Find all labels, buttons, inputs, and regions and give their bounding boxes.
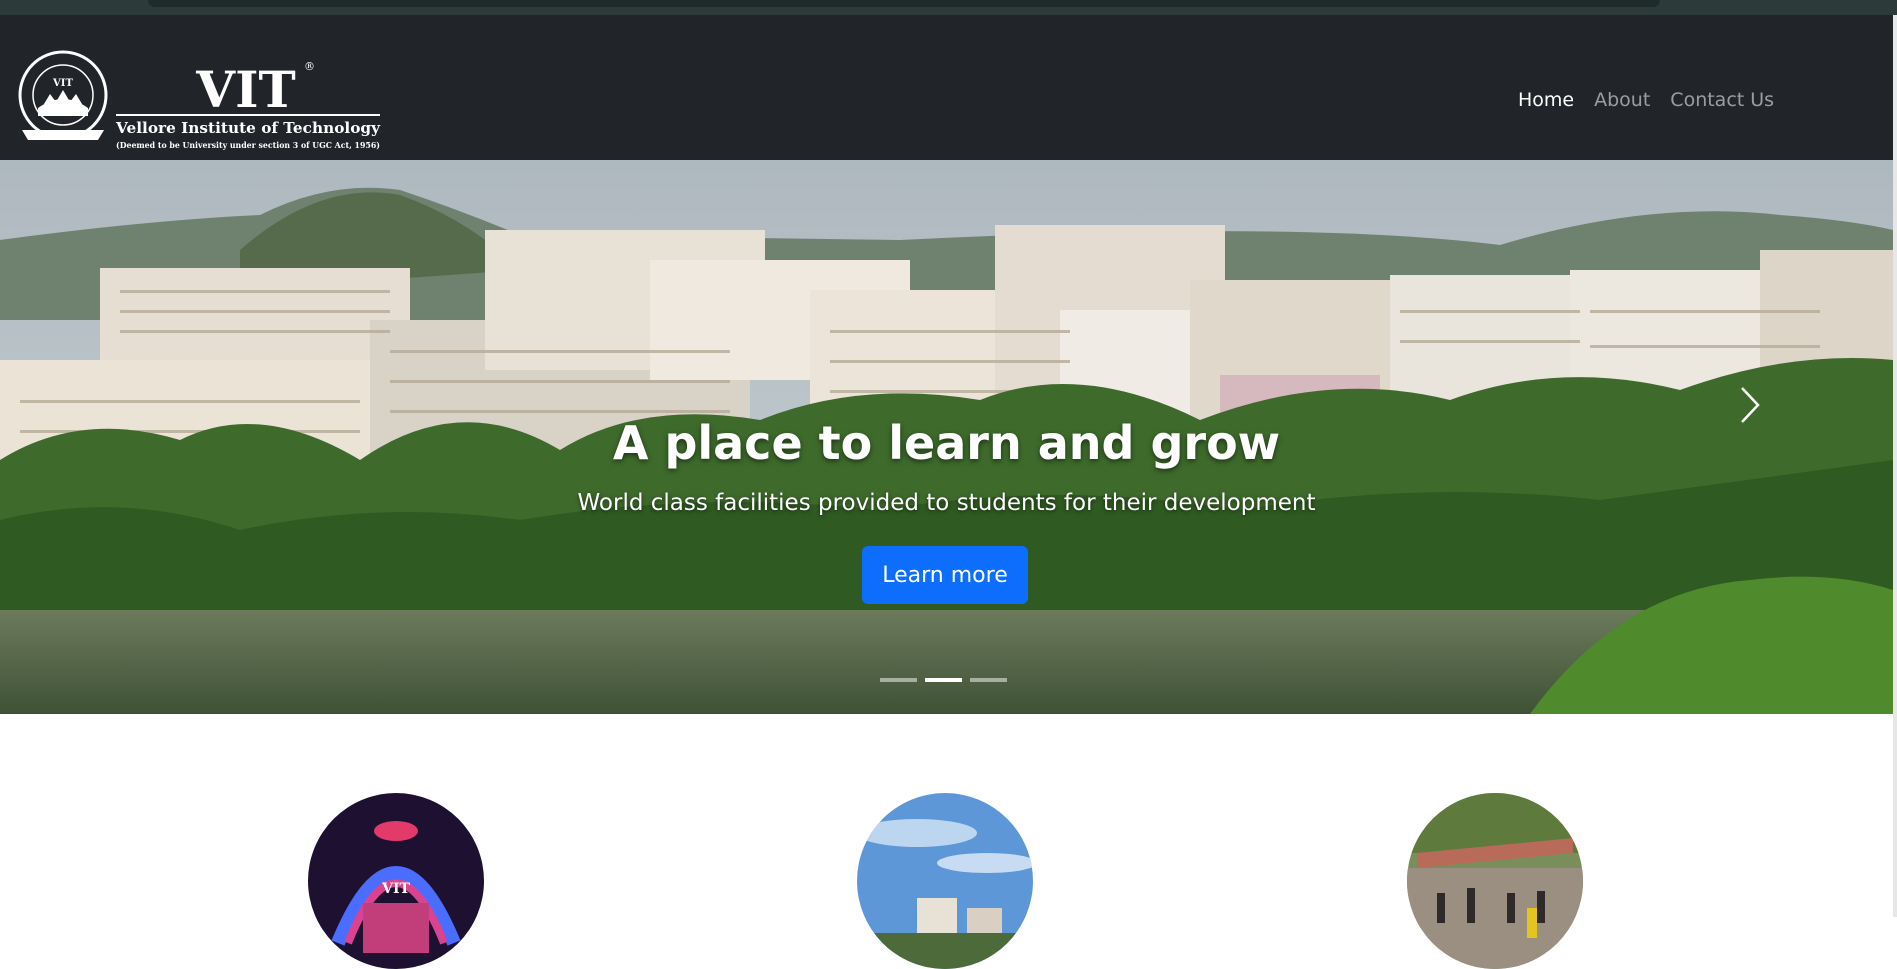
nav-links: Home About Contact Us — [1518, 89, 1774, 111]
vit-seal-icon: VIT — [18, 50, 108, 140]
hero-title: A place to learn and grow — [612, 416, 1281, 470]
logo-mark: VIT — [195, 60, 295, 119]
hero-carousel: A place to learn and grow World class fa… — [0, 160, 1893, 714]
registered-mark: ® — [304, 60, 315, 73]
vit-logo[interactable]: VIT VIT ® Vellore Institute of Technolog… — [18, 50, 383, 155]
nav-home-link[interactable]: Home — [1518, 89, 1574, 111]
svg-text:VIT: VIT — [381, 881, 410, 897]
carousel-indicator-3[interactable] — [970, 678, 1007, 682]
carousel-indicator-1[interactable] — [880, 678, 917, 682]
page-right-edge — [1893, 15, 1897, 917]
navbar: VIT VIT ® Vellore Institute of Technolog… — [0, 15, 1893, 160]
browser-top-strip — [0, 0, 1897, 15]
seal-center-text: VIT — [52, 78, 73, 89]
brand-tagline: (Deemed to be University under section 3… — [116, 140, 380, 150]
vit-event-stage-image: VIT — [308, 793, 484, 969]
carousel-next-button[interactable] — [1730, 370, 1770, 440]
carousel-indicators — [880, 678, 1007, 682]
students-campus-image — [1407, 793, 1583, 969]
top-strip-bar — [148, 0, 1660, 7]
carousel-indicator-2[interactable] — [925, 678, 962, 682]
chevron-right-icon — [1741, 387, 1760, 423]
nav-contact-link[interactable]: Contact Us — [1670, 89, 1774, 111]
brand-name: Vellore Institute of Technology — [115, 119, 381, 137]
campus-buildings-image — [857, 793, 1033, 969]
hero-subtitle: World class facilities provided to stude… — [577, 490, 1316, 516]
carousel-caption: A place to learn and grow World class fa… — [0, 160, 1893, 714]
nav-about-link[interactable]: About — [1594, 89, 1650, 111]
learn-more-button[interactable]: Learn more — [862, 546, 1028, 604]
